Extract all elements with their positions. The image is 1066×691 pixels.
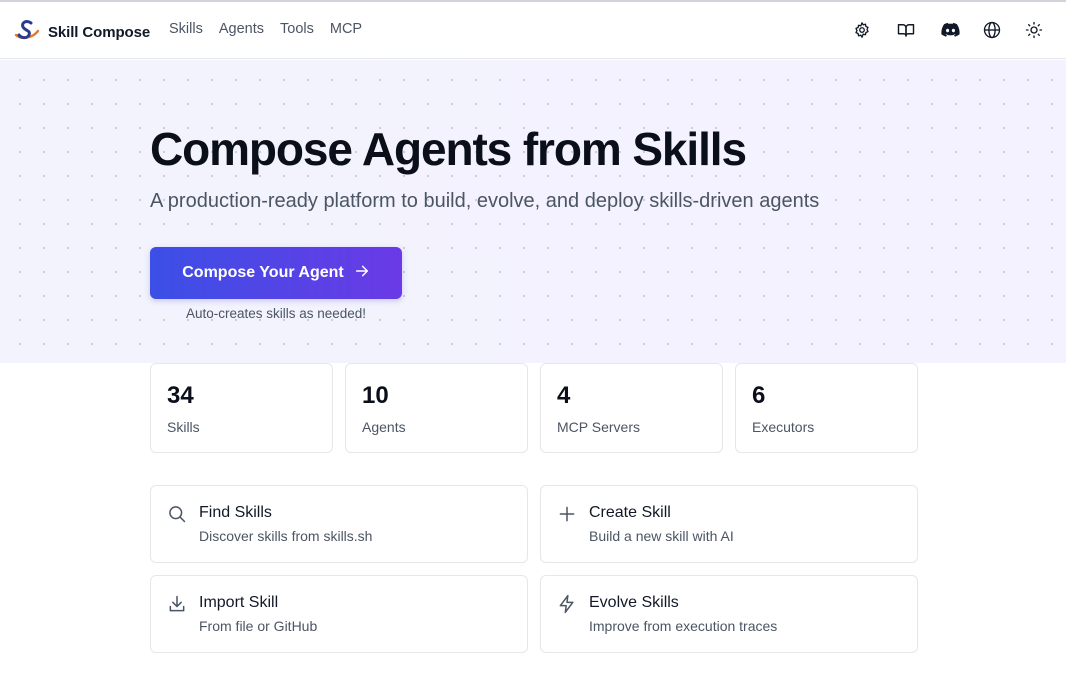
- stat-label: Executors: [752, 419, 815, 435]
- top-navbar: Skill Compose Skills Agents Tools MCP: [0, 2, 1066, 59]
- import-skill-card[interactable]: Import Skill From file or GitHub: [150, 575, 528, 653]
- stat-label: Skills: [167, 419, 200, 435]
- hero-section: Compose Agents from Skills A production-…: [0, 60, 1066, 363]
- swoosh-s-logo-icon: [14, 18, 40, 47]
- hero-subtitle: A production-ready platform to build, ev…: [150, 190, 820, 212]
- brand-name: Skill Compose: [48, 24, 151, 41]
- globe-icon[interactable]: [981, 19, 1003, 41]
- nav-skills[interactable]: Skills: [169, 21, 203, 37]
- action-description: From file or GitHub: [199, 618, 318, 634]
- compose-agent-button-label: Compose Your Agent: [182, 264, 344, 281]
- gear-icon[interactable]: [851, 19, 873, 41]
- brand[interactable]: Skill Compose: [14, 18, 150, 47]
- stat-label: Agents: [362, 419, 406, 435]
- nav-mcp[interactable]: MCP: [330, 21, 362, 37]
- nav-tools[interactable]: Tools: [280, 21, 314, 37]
- discord-icon[interactable]: [939, 19, 961, 41]
- stat-card-executors[interactable]: 6 Executors: [735, 363, 918, 453]
- action-description: Build a new skill with AI: [589, 528, 734, 544]
- action-description: Improve from execution traces: [589, 618, 778, 634]
- lightning-icon: [557, 594, 577, 614]
- action-title: Create Skill: [589, 504, 671, 521]
- action-title: Find Skills: [199, 504, 272, 521]
- action-title: Import Skill: [199, 594, 279, 611]
- plus-icon: [557, 504, 577, 524]
- stat-value: 34: [167, 382, 194, 409]
- download-icon: [167, 594, 187, 614]
- action-title: Evolve Skills: [589, 594, 679, 611]
- hero-title: Compose Agents from Skills: [150, 123, 747, 175]
- stat-value: 10: [362, 382, 389, 409]
- sun-icon[interactable]: [1023, 19, 1045, 41]
- stat-value: 6: [752, 382, 766, 409]
- book-icon[interactable]: [895, 19, 917, 41]
- evolve-skills-card[interactable]: Evolve Skills Improve from execution tra…: [540, 575, 918, 653]
- stat-card-agents[interactable]: 10 Agents: [345, 363, 528, 453]
- create-skill-card[interactable]: Create Skill Build a new skill with AI: [540, 485, 918, 563]
- cta-note: Auto-creates skills as needed!: [185, 306, 367, 321]
- nav-agents[interactable]: Agents: [219, 21, 264, 37]
- stat-value: 4: [557, 382, 571, 409]
- main-nav: Skills Agents Tools MCP: [169, 21, 362, 37]
- compose-agent-button[interactable]: Compose Your Agent: [150, 247, 402, 299]
- stat-label: MCP Servers: [557, 419, 640, 435]
- action-description: Discover skills from skills.sh: [199, 528, 373, 544]
- stat-card-skills[interactable]: 34 Skills: [150, 363, 333, 453]
- arrow-right-icon: [354, 263, 370, 284]
- stat-card-mcp-servers[interactable]: 4 MCP Servers: [540, 363, 723, 453]
- find-skills-card[interactable]: Find Skills Discover skills from skills.…: [150, 485, 528, 563]
- search-icon: [167, 504, 187, 524]
